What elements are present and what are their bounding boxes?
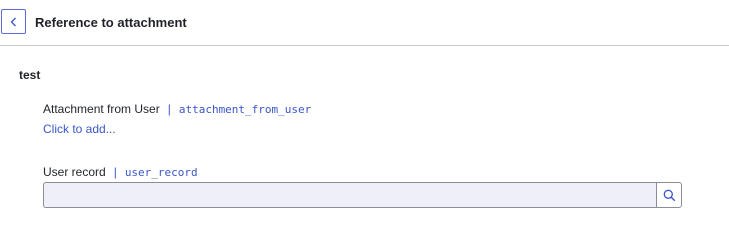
attachment-field-header: Attachment from User | attachment_from_u… <box>43 102 311 116</box>
search-icon <box>663 189 675 201</box>
field-separator: | <box>113 165 117 179</box>
chevron-left-icon <box>10 17 16 26</box>
user-record-search-button[interactable] <box>656 182 682 208</box>
field-separator: | <box>167 102 171 116</box>
back-button[interactable] <box>1 9 26 34</box>
click-to-add-link[interactable]: Click to add... <box>43 122 116 136</box>
attachment-variable-name: attachment_from_user <box>178 102 312 116</box>
attachment-field-label: Attachment from User <box>43 102 160 116</box>
user-record-field-header: User record | user_record <box>43 165 198 179</box>
user-record-variable-name: user_record <box>124 165 198 179</box>
user-record-field-label: User record <box>43 165 106 179</box>
section-title: test <box>19 68 41 82</box>
page-title: Reference to attachment <box>35 15 187 30</box>
user-record-input[interactable] <box>43 182 657 208</box>
page-header: Reference to attachment <box>0 0 729 46</box>
